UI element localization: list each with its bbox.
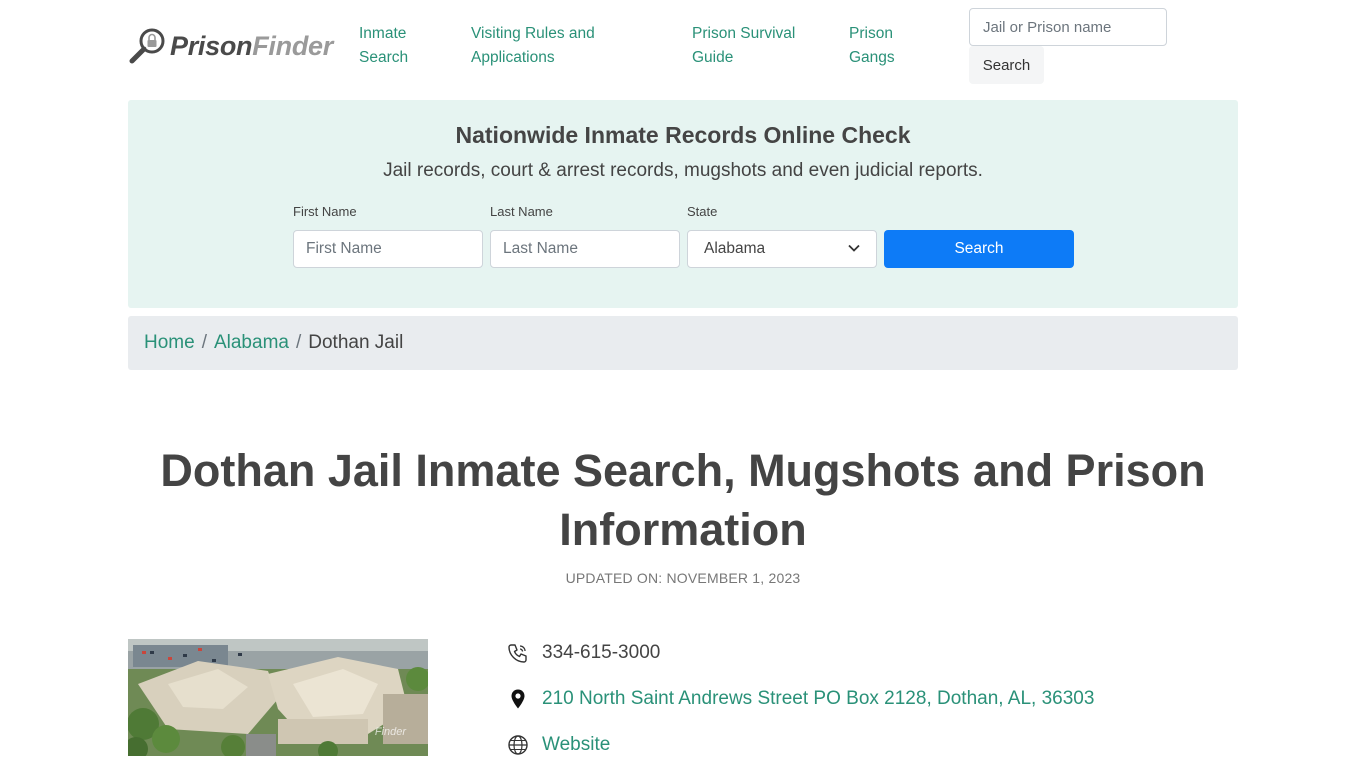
nav-inmate-search-line1: Inmate: [359, 25, 407, 42]
site-header: PrisonFinder Inmate Search Visiting Rules…: [128, 0, 1238, 96]
breadcrumb-separator: /: [201, 332, 207, 353]
breadcrumb-home[interactable]: Home: [144, 332, 195, 354]
contact-phone: 334-615-3000: [507, 642, 660, 664]
records-search-button[interactable]: Search: [884, 230, 1074, 268]
nav-gangs-line2: Gangs: [849, 49, 895, 66]
nav-gangs-line1: Prison: [849, 25, 893, 42]
contact-address: 210 North Saint Andrews Street PO Box 21…: [507, 688, 1094, 710]
state-selected-value: Alabama: [704, 240, 766, 257]
last-name-label: Last Name: [490, 204, 553, 219]
jail-search-input[interactable]: [969, 8, 1167, 46]
page-title-line2: Information: [559, 504, 807, 555]
logo-text-finder: Finder: [252, 30, 333, 61]
page-title-line1: Dothan Jail Inmate Search, Mugshots and …: [160, 445, 1206, 496]
breadcrumb-separator: /: [295, 332, 302, 353]
nav-survival-line2: Guide: [692, 49, 734, 66]
magnifier-lock-icon: [128, 26, 168, 66]
nav-visiting-rules[interactable]: Visiting Rules and Applications: [471, 22, 646, 70]
nav-survival-line1: Prison Survival: [692, 25, 796, 42]
address-link[interactable]: 210 North Saint Andrews Street PO Box 21…: [542, 688, 1094, 710]
nav-visiting-rules-line2: Applications: [471, 49, 555, 66]
prisonfinder-logo[interactable]: PrisonFinder: [128, 26, 333, 66]
globe-icon: [507, 734, 529, 756]
breadcrumb-current: Dothan Jail: [308, 332, 404, 353]
chevron-down-icon: [848, 243, 860, 255]
last-name-input[interactable]: [490, 230, 680, 268]
nav-inmate-search-line2: Search: [359, 49, 409, 66]
phone-number: 334-615-3000: [542, 642, 661, 663]
photo-watermark: Finder: [374, 726, 406, 738]
jail-search-button[interactable]: Search: [969, 46, 1044, 84]
records-check-title: Nationwide Inmate Records Online Check: [455, 122, 911, 148]
nav-prison-survival-guide[interactable]: Prison Survival Guide: [692, 22, 822, 70]
contact-website: Website: [507, 734, 610, 756]
page-title: Dothan Jail Inmate Search, Mugshots and …: [128, 441, 1238, 559]
breadcrumb-state[interactable]: Alabama: [214, 332, 289, 354]
logo-text: PrisonFinder: [170, 31, 333, 62]
logo-text-prison: Prison: [170, 30, 253, 61]
first-name-label: First Name: [293, 204, 357, 219]
updated-date: UPDATED ON: NOVEMBER 1, 2023: [565, 570, 801, 586]
facility-photo: Finder: [128, 639, 428, 756]
breadcrumb: Home / Alabama / Dothan Jail: [128, 316, 1238, 370]
state-select[interactable]: Alabama: [687, 230, 877, 268]
records-check-panel: Nationwide Inmate Records Online Check J…: [128, 100, 1238, 308]
nav-prison-gangs[interactable]: Prison Gangs: [849, 22, 929, 70]
first-name-input[interactable]: [293, 230, 483, 268]
records-check-subtitle: Jail records, court & arrest records, mu…: [383, 160, 983, 181]
state-label: State: [687, 204, 718, 219]
website-link[interactable]: Website: [542, 734, 610, 756]
map-pin-icon: [507, 688, 529, 710]
phone-icon: [507, 642, 529, 664]
nav-inmate-search[interactable]: Inmate Search: [359, 22, 439, 70]
nav-visiting-rules-line1: Visiting Rules and: [471, 25, 595, 42]
